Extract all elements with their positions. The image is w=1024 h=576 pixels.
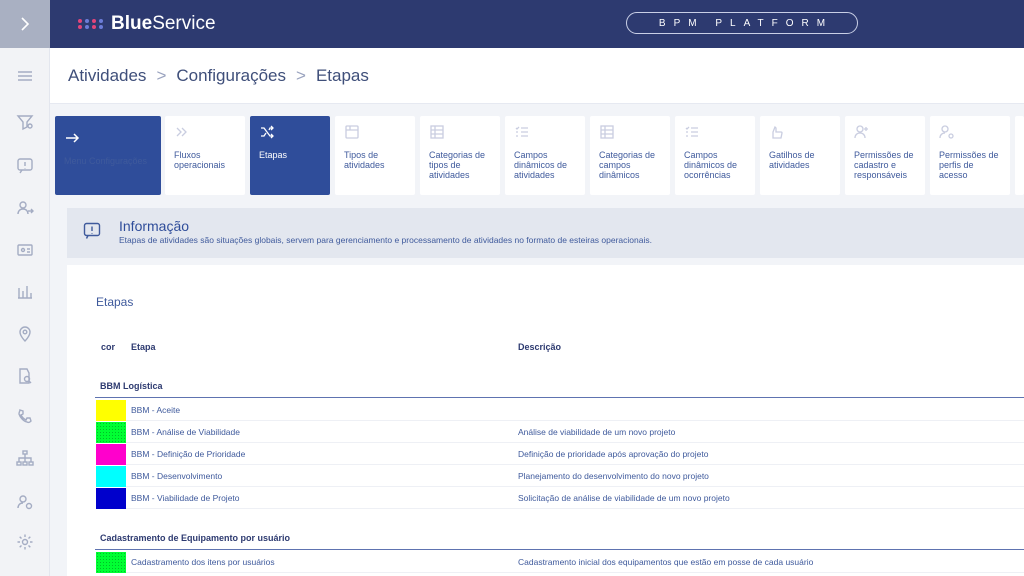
tile-campos-dinamicos-atividades[interactable]: Campos dinâmicos de atividades	[505, 116, 585, 195]
tile-label: Etapas	[259, 150, 288, 160]
tile-tipos-de-atividades[interactable]: Tipos de atividades	[335, 116, 415, 195]
tile-campos-dinamicos-ocorrencias[interactable]: Campos dinâmicos de ocorrências	[675, 116, 755, 195]
config-tiles: Menu Configurações Fluxos operacionais E…	[55, 116, 1024, 196]
group-header: BBM Logística	[100, 381, 163, 391]
list-icon	[684, 124, 704, 144]
table-row[interactable]: BBM - Desenvolvimento Planejamento do de…	[96, 466, 1024, 487]
chevrons-right-icon	[174, 124, 194, 144]
breadcrumb-separator: >	[296, 66, 306, 85]
stage-name: BBM - Viabilidade de Projeto	[131, 493, 240, 503]
breadcrumb-item-configuracoes[interactable]: Configurações	[176, 66, 286, 86]
location-icon[interactable]	[15, 324, 35, 344]
stage-description: Análise de viabilidade de um novo projet…	[518, 427, 676, 437]
info-banner: Informação Etapas de atividades são situ…	[67, 208, 1024, 258]
tile-overflow-partial[interactable]	[1015, 116, 1024, 195]
stage-description: Cadastramento inicial dos equipamentos q…	[518, 557, 814, 567]
hand-icon	[769, 124, 789, 144]
table-row[interactable]: BBM - Análise de Viabilidade Análise de …	[96, 422, 1024, 443]
expand-sidebar-button[interactable]	[0, 0, 50, 48]
table-icon	[599, 124, 619, 144]
settings-icon[interactable]	[15, 532, 35, 552]
color-swatch	[96, 422, 126, 443]
card-icon	[344, 124, 364, 144]
tile-label: Campos dinâmicos de ocorrências	[684, 150, 738, 180]
stage-description: Definição de prioridade após aprovação d…	[518, 449, 709, 459]
chart-icon[interactable]	[15, 282, 35, 302]
stage-name: BBM - Definição de Prioridade	[131, 449, 246, 459]
tile-categorias-de-tipos[interactable]: Categorias de tipos de atividades	[420, 116, 500, 195]
stage-name: BBM - Desenvolvimento	[131, 471, 223, 481]
logo-text: BlueService	[111, 13, 216, 34]
color-swatch	[96, 466, 126, 487]
etapas-panel: Etapas cor Etapa Descrição BBM Logística…	[67, 265, 1024, 576]
tile-label: Permissões de cadastro e responsáveis	[854, 150, 914, 180]
list-icon	[514, 124, 534, 144]
arrow-right-icon	[64, 130, 84, 150]
tile-label: Categorias de campos dinâmicos	[599, 150, 656, 180]
logo-mark-icon	[78, 19, 104, 29]
tile-label: Tipos de atividades	[344, 150, 385, 170]
tile-label: Menu Configurações	[64, 156, 148, 166]
breadcrumb-item-atividades[interactable]: Atividades	[68, 66, 146, 86]
tile-label: Permissões de perfis de acesso	[939, 150, 999, 180]
document-search-icon[interactable]	[15, 366, 35, 386]
breadcrumb: Atividades > Configurações > Etapas	[68, 66, 369, 86]
table-row[interactable]: Cadastramento dos itens por usuários Cad…	[96, 552, 1024, 573]
panel-title: Etapas	[96, 295, 134, 309]
menu-configuracoes-tile[interactable]: Menu Configurações	[55, 116, 161, 195]
tile-label: Fluxos operacionais	[174, 150, 226, 170]
column-header-stage: Etapa	[131, 342, 156, 352]
stage-name: BBM - Análise de Viabilidade	[131, 427, 240, 437]
breadcrumb-separator: >	[156, 66, 167, 85]
platform-badge: BPM PLATFORM	[626, 12, 858, 34]
breadcrumb-bar: Atividades > Configurações > Etapas	[50, 48, 1024, 104]
left-sidebar	[0, 0, 50, 576]
info-alert-icon	[83, 222, 101, 240]
stage-name: Cadastramento dos itens por usuários	[131, 557, 275, 567]
column-header-color: cor	[101, 342, 116, 352]
tile-permissoes-perfis[interactable]: Permissões de perfis de acesso	[930, 116, 1010, 195]
stage-name: BBM - Aceite	[131, 405, 181, 415]
group-header: Cadastramento de Equipamento por usuário	[100, 533, 291, 543]
blueservice-logo[interactable]: BlueService	[78, 13, 216, 35]
column-header-description: Descrição	[518, 342, 562, 352]
table-row[interactable]: BBM - Aceite	[96, 400, 1024, 421]
tile-etapas[interactable]: Etapas	[250, 116, 330, 195]
info-text: Etapas de atividades são situações globa…	[119, 235, 652, 245]
table-row[interactable]: BBM - Definição de Prioridade Definição …	[96, 444, 1024, 465]
stage-description: Planejamento do desenvolvimento do novo …	[518, 471, 709, 481]
group-divider	[95, 397, 1024, 398]
color-swatch	[96, 444, 126, 465]
tile-permissoes-cadastro[interactable]: Permissões de cadastro e responsáveis	[845, 116, 925, 195]
tile-categorias-de-campos[interactable]: Categorias de campos dinâmicos	[590, 116, 670, 195]
group-divider	[95, 549, 1024, 550]
menu-icon[interactable]	[15, 66, 35, 86]
color-swatch	[96, 552, 126, 573]
tile-label: Gatilhos de atividades	[769, 150, 815, 170]
table-row[interactable]: BBM - Viabilidade de Projeto Solicitação…	[96, 488, 1024, 509]
tile-label: Campos dinâmicos de atividades	[514, 150, 568, 180]
info-title: Informação	[119, 218, 190, 234]
tile-fluxos-operacionais[interactable]: Fluxos operacionais	[165, 116, 245, 195]
user-settings-icon[interactable]	[15, 492, 35, 512]
top-bar: BlueService BPM PLATFORM	[50, 0, 1024, 48]
id-card-icon[interactable]	[15, 240, 35, 260]
filter-icon[interactable]	[15, 112, 35, 132]
stage-description: Solicitação de análise de viabilidade de…	[518, 493, 730, 503]
org-chart-icon[interactable]	[15, 448, 35, 468]
user-plus-icon	[854, 124, 874, 144]
user-arrow-icon[interactable]	[15, 198, 35, 218]
phone-icon[interactable]	[15, 406, 35, 426]
table-icon	[429, 124, 449, 144]
color-swatch	[96, 488, 126, 509]
alert-icon[interactable]	[15, 156, 35, 176]
tile-label: Categorias de tipos de atividades	[429, 150, 486, 180]
chevron-right-icon	[21, 17, 30, 31]
color-swatch	[96, 400, 126, 421]
user-gear-icon	[939, 124, 959, 144]
tile-gatilhos-de-atividades[interactable]: Gatilhos de atividades	[760, 116, 840, 195]
shuffle-icon	[259, 124, 279, 144]
breadcrumb-item-etapas: Etapas	[315, 66, 369, 85]
